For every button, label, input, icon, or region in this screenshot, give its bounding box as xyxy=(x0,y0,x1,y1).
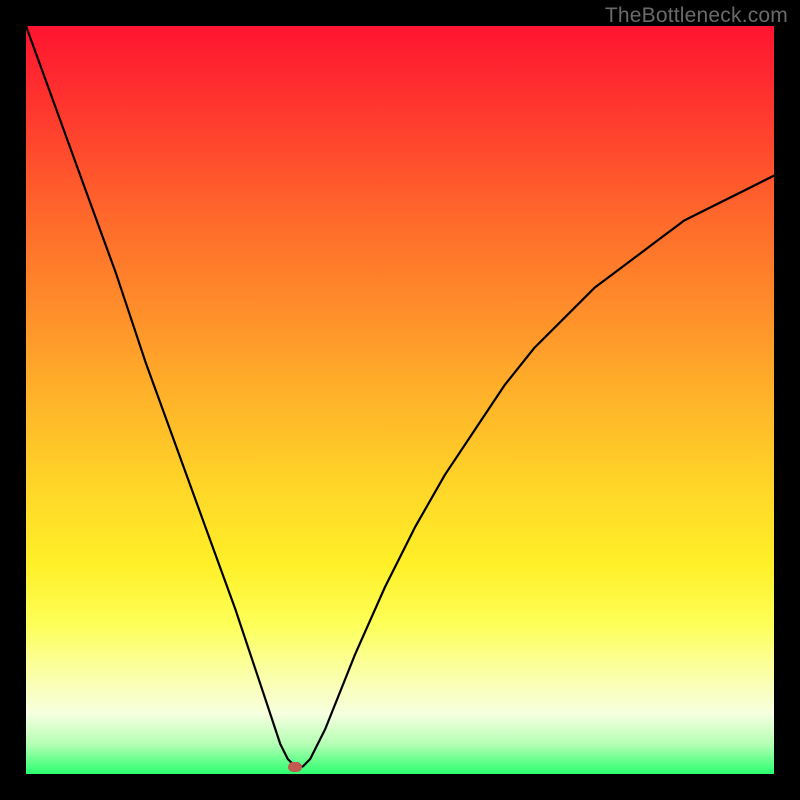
plot-area xyxy=(26,26,774,774)
watermark-text: TheBottleneck.com xyxy=(605,4,788,28)
optimal-point-marker xyxy=(288,762,302,772)
chart-frame: TheBottleneck.com xyxy=(0,0,800,800)
bottleneck-curve xyxy=(26,26,774,774)
